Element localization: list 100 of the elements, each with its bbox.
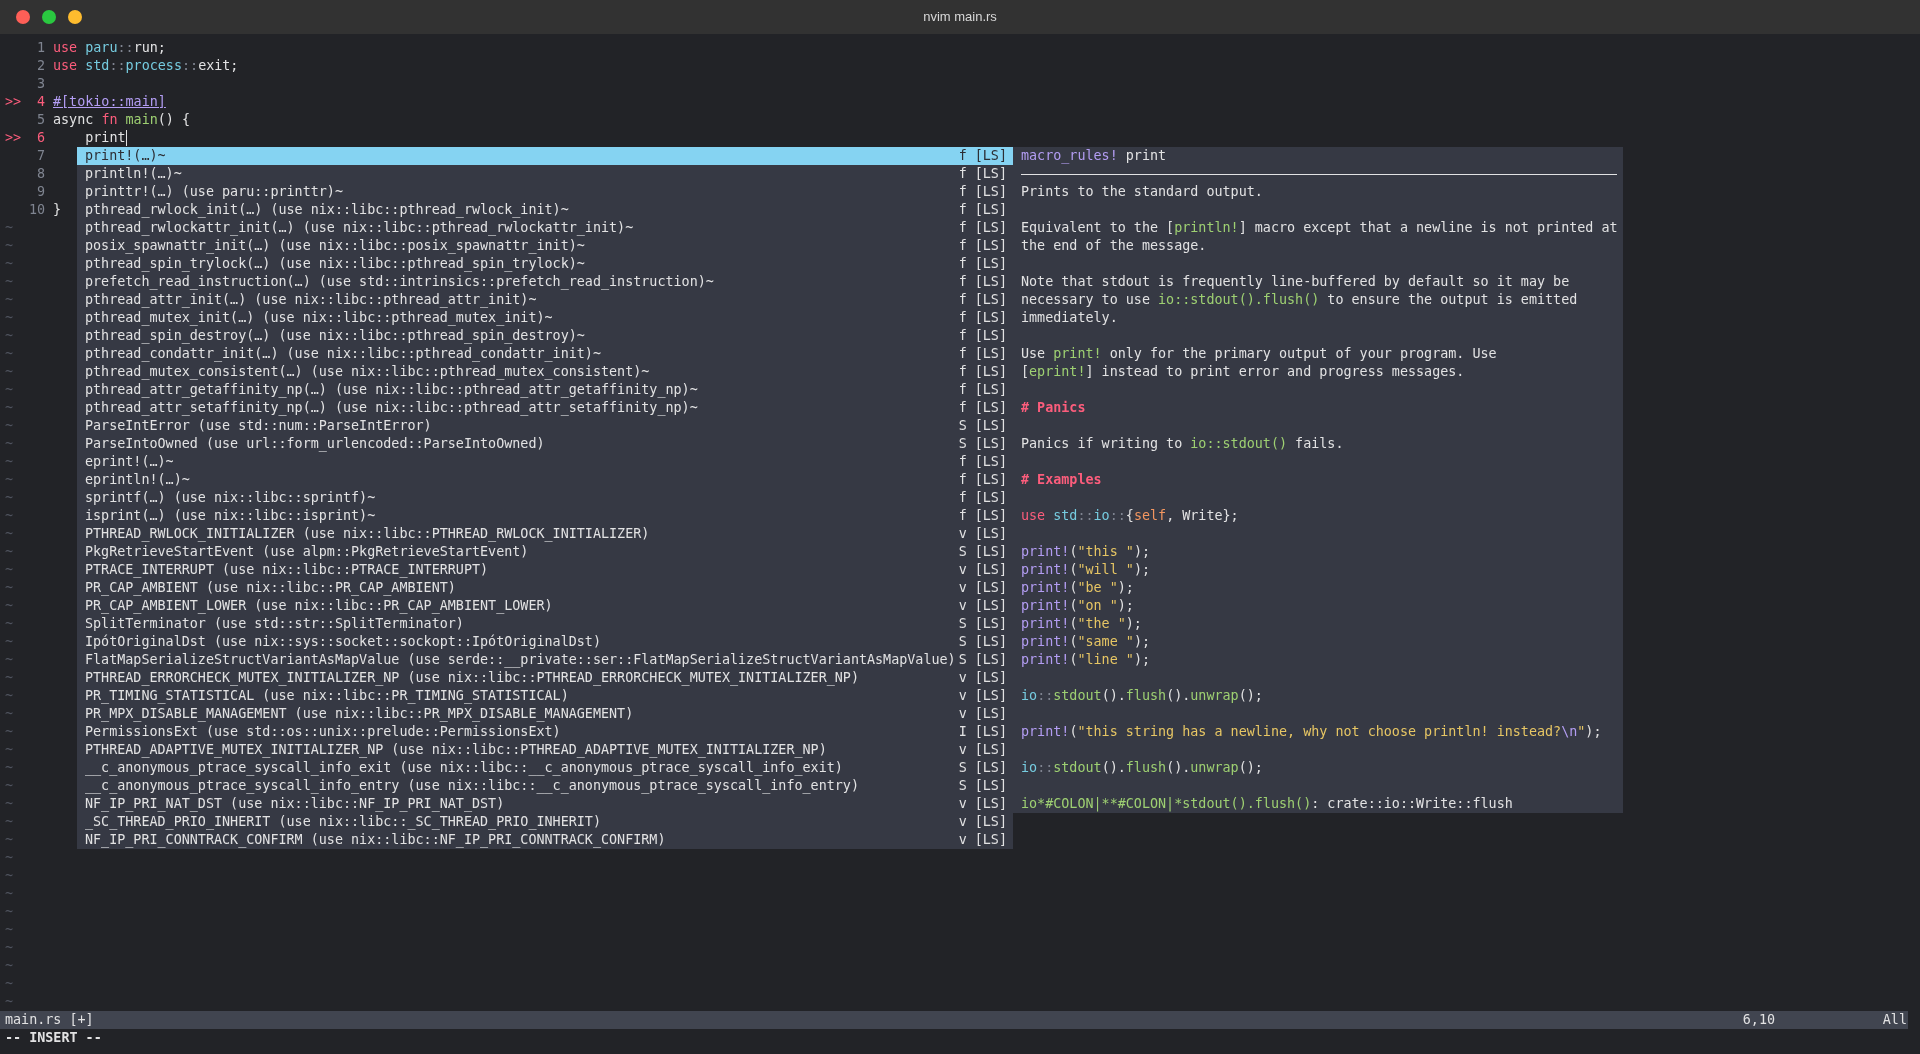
completion-item[interactable]: pthread_attr_setaffinity_np(…) (use nix::libc::pthread_attr_setaffinity_np)~ f [LS] bbox=[77, 399, 1013, 417]
doc-text: immediately. bbox=[1021, 310, 1118, 325]
doc-signature: macro_rules! print bbox=[1021, 148, 1167, 163]
empty-line-marker: ~ bbox=[5, 777, 14, 795]
empty-line-marker: ~ bbox=[5, 867, 14, 885]
completion-item[interactable]: pthread_spin_destroy(…) (use nix::libc::pthread_spin_destroy)~ f [LS] bbox=[77, 327, 1013, 345]
mode-indicator: -- INSERT -- bbox=[5, 1030, 102, 1045]
empty-line-marker: ~ bbox=[5, 255, 14, 273]
empty-line-marker: ~ bbox=[5, 705, 14, 723]
empty-line-marker: ~ bbox=[5, 831, 14, 849]
code-line: print bbox=[84, 129, 126, 147]
empty-line-marker: ~ bbox=[5, 579, 14, 597]
completion-item[interactable]: ParseIntError (use std::num::ParseIntError) S [LS] bbox=[77, 417, 1013, 435]
scroll-position: All bbox=[1882, 1011, 1907, 1029]
completion-item[interactable]: pthread_spin_trylock(…) (use nix::libc::pthread_spin_trylock)~ f [LS] bbox=[77, 255, 1013, 273]
completion-item[interactable]: __c_anonymous_ptrace_syscall_info_exit (use nix::libc::__c_anonymous_ptrace_syscall_info_exit) S [LS] bbox=[77, 759, 1013, 777]
gutter-sign: >> bbox=[4, 129, 23, 147]
empty-line-marker: ~ bbox=[5, 957, 14, 975]
completion-item[interactable]: PR_CAP_AMBIENT_LOWER (use nix::libc::PR_CAP_AMBIENT_LOWER) v [LS] bbox=[77, 597, 1013, 615]
line-number: 7 bbox=[36, 147, 45, 165]
completion-item[interactable]: pthread_mutex_consistent(…) (use nix::libc::pthread_mutex_consistent)~ f [LS] bbox=[77, 363, 1013, 381]
empty-line-marker: ~ bbox=[5, 993, 14, 1011]
doc-heading: # Examples bbox=[1021, 472, 1102, 487]
empty-line-marker: ~ bbox=[5, 489, 14, 507]
code-line: print!("this string has a newline, why not choose println! instead?\n"); bbox=[1021, 724, 1602, 739]
completion-item[interactable]: pthread_attr_getaffinity_np(…) (use nix::libc::pthread_attr_getaffinity_np)~ f [LS] bbox=[77, 381, 1013, 399]
completion-item[interactable]: posix_spawnattr_init(…) (use nix::libc::posix_spawnattr_init)~ f [LS] bbox=[77, 237, 1013, 255]
completion-item[interactable]: __c_anonymous_ptrace_syscall_info_entry (use nix::libc::__c_anonymous_ptrace_syscall_info_entry) S [LS] bbox=[77, 777, 1013, 795]
completion-item[interactable]: PTHREAD_RWLOCK_INITIALIZER (use nix::libc::PTHREAD_RWLOCK_INITIALIZER) v [LS] bbox=[77, 525, 1013, 543]
empty-line-marker: ~ bbox=[5, 903, 14, 921]
completion-item[interactable]: PTRACE_INTERRUPT (use nix::libc::PTRACE_INTERRUPT) v [LS] bbox=[77, 561, 1013, 579]
doc-text: the end of the message. bbox=[1021, 238, 1207, 253]
empty-line-marker: ~ bbox=[5, 813, 14, 831]
empty-line-marker: ~ bbox=[5, 399, 14, 417]
completion-item[interactable]: FlatMapSerializeStructVariantAsMapValue (use serde::__private::ser::FlatMapSerializeStructVariantAsMapValue) S [LS] bbox=[77, 651, 1013, 669]
code-line: async fn main() { bbox=[53, 111, 191, 129]
line-number: 1 bbox=[36, 39, 45, 57]
code-line: use paru::run; bbox=[53, 39, 166, 57]
minimize-button[interactable] bbox=[68, 10, 82, 24]
line-number: 4 bbox=[36, 93, 45, 111]
empty-line-marker: ~ bbox=[5, 939, 14, 957]
code-line: io::stdout().flush().unwrap(); bbox=[1021, 760, 1263, 775]
completion-item[interactable]: PR_MPX_DISABLE_MANAGEMENT (use nix::libc::PR_MPX_DISABLE_MANAGEMENT) v [LS] bbox=[77, 705, 1013, 723]
completion-item[interactable]: sprintf(…) (use nix::libc::sprintf)~ f [LS] bbox=[77, 489, 1013, 507]
doc-text: Use print! only for the primary output of your program. Use bbox=[1021, 346, 1497, 361]
code-line: print!("line "); bbox=[1021, 652, 1150, 667]
completion-item[interactable]: PR_CAP_AMBIENT (use nix::libc::PR_CAP_AMBIENT) v [LS] bbox=[77, 579, 1013, 597]
completion-item[interactable]: NF_IP_PRI_NAT_DST (use nix::libc::NF_IP_PRI_NAT_DST) v [LS] bbox=[77, 795, 1013, 813]
completion-item[interactable]: PTHREAD_ADAPTIVE_MUTEX_INITIALIZER_NP (use nix::libc::PTHREAD_ADAPTIVE_MUTEX_INITIALIZER_NP) v [LS] bbox=[77, 741, 1013, 759]
completion-item[interactable]: println!(…)~ f [LS] bbox=[77, 165, 1013, 183]
completion-item[interactable]: pthread_mutex_init(…) (use nix::libc::pthread_mutex_init)~ f [LS] bbox=[77, 309, 1013, 327]
completion-item[interactable]: pthread_attr_init(…) (use nix::libc::pthread_attr_init)~ f [LS] bbox=[77, 291, 1013, 309]
completion-item[interactable]: ParseIntoOwned (use url::form_urlencoded::ParseIntoOwned) S [LS] bbox=[77, 435, 1013, 453]
completion-item[interactable]: PermissionsExt (use std::os::unix::prelude::PermissionsExt) I [LS] bbox=[77, 723, 1013, 741]
line-number: 2 bbox=[36, 57, 45, 75]
zoom-button[interactable] bbox=[42, 10, 56, 24]
empty-line-marker: ~ bbox=[5, 597, 14, 615]
empty-line-marker: ~ bbox=[5, 525, 14, 543]
empty-line-marker: ~ bbox=[5, 381, 14, 399]
code-line: use std::io::{self, Write}; bbox=[1021, 508, 1239, 523]
completion-item[interactable]: PTHREAD_ERRORCHECK_MUTEX_INITIALIZER_NP (use nix::libc::PTHREAD_ERRORCHECK_MUTEX_INITIALIZER_NP) v [LS] bbox=[77, 669, 1013, 687]
completion-item[interactable]: eprint!(…)~ f [LS] bbox=[77, 453, 1013, 471]
completion-item[interactable]: PkgRetrieveStartEvent (use alpm::PkgRetrieveStartEvent) S [LS] bbox=[77, 543, 1013, 561]
completion-item[interactable]: NF_IP_PRI_CONNTRACK_CONFIRM (use nix::libc::NF_IP_PRI_CONNTRACK_CONFIRM) v [LS] bbox=[77, 831, 1013, 849]
empty-line-marker: ~ bbox=[5, 669, 14, 687]
empty-line-marker: ~ bbox=[5, 471, 14, 489]
empty-line-marker: ~ bbox=[5, 507, 14, 525]
completion-item[interactable]: isprint(…) (use nix::libc::isprint)~ f [LS] bbox=[77, 507, 1013, 525]
completion-item[interactable]: pthread_rwlock_init(…) (use nix::libc::pthread_rwlock_init)~ f [LS] bbox=[77, 201, 1013, 219]
code-line: use std::process::exit; bbox=[53, 57, 239, 75]
completion-item[interactable]: prefetch_read_instruction(…) (use std::intrinsics::prefetch_read_instruction)~ f [LS] bbox=[77, 273, 1013, 291]
code-line: print!("be "); bbox=[1021, 580, 1134, 595]
completion-item[interactable]: IpótOriginalDst (use nix::sys::socket::sockopt::IpótOriginalDst) S [LS] bbox=[77, 633, 1013, 651]
empty-line-marker: ~ bbox=[5, 327, 14, 345]
completion-item[interactable]: pthread_rwlockattr_init(…) (use nix::libc::pthread_rwlockattr_init)~ f [LS] bbox=[77, 219, 1013, 237]
empty-line-marker: ~ bbox=[5, 723, 14, 741]
cursor-position: 6,10 bbox=[1742, 1011, 1777, 1029]
completion-item[interactable]: SplitTerminator (use std::str::SplitTerminator) S [LS] bbox=[77, 615, 1013, 633]
empty-line-marker: ~ bbox=[5, 273, 14, 291]
completion-item[interactable]: PR_TIMING_STATISTICAL (use nix::libc::PR_TIMING_STATISTICAL) v [LS] bbox=[77, 687, 1013, 705]
close-button[interactable] bbox=[16, 10, 30, 24]
completion-item[interactable]: eprintln!(…)~ f [LS] bbox=[77, 471, 1013, 489]
file-name: main.rs [+] bbox=[5, 1011, 94, 1029]
code-line: #[tokio::main] bbox=[53, 93, 166, 111]
code-line: } bbox=[53, 201, 62, 219]
completion-item[interactable]: _SC_THREAD_PRIO_INHERIT (use nix::libc::_SC_THREAD_PRIO_INHERIT) v [LS] bbox=[77, 813, 1013, 831]
empty-line-marker: ~ bbox=[5, 417, 14, 435]
completion-item[interactable]: pthread_condattr_init(…) (use nix::libc::pthread_condattr_init)~ f [LS] bbox=[77, 345, 1013, 363]
doc-text: necessary to use io::stdout().flush() to ensure the output is emitted bbox=[1021, 292, 1578, 307]
empty-line-marker: ~ bbox=[5, 435, 14, 453]
empty-line-marker: ~ bbox=[5, 291, 14, 309]
line-number: 9 bbox=[36, 183, 45, 201]
empty-line-marker: ~ bbox=[5, 741, 14, 759]
completion-item[interactable]: printtr!(…) (use paru::printtr)~ f [LS] bbox=[77, 183, 1013, 201]
empty-line-marker: ~ bbox=[5, 975, 14, 993]
doc-text: Equivalent to the [println!] macro except that a newline is not printed at bbox=[1021, 220, 1618, 235]
code-line: print!("will "); bbox=[1021, 562, 1150, 577]
doc-text: [eprint!] instead to print error and progress messages. bbox=[1021, 364, 1465, 379]
completion-item[interactable]: print!(…)~ f [LS] bbox=[77, 147, 1013, 165]
doc-text: Panics if writing to io::stdout() fails. bbox=[1021, 436, 1344, 451]
